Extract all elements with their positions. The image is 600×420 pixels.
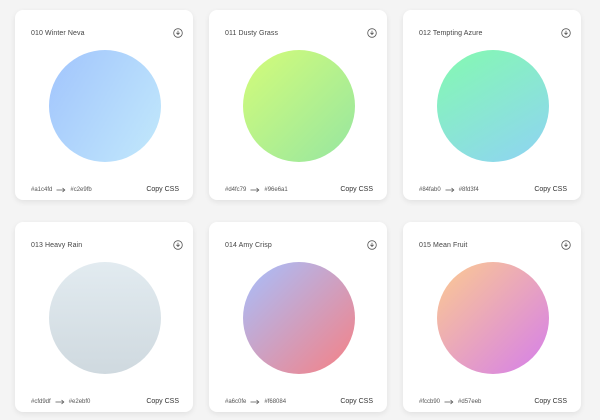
gradient-swatch <box>243 50 355 162</box>
download-icon[interactable] <box>173 28 183 38</box>
from-color-code: #a1c4fd <box>31 187 53 193</box>
from-color-code: #d4fc79 <box>225 187 247 193</box>
download-icon[interactable] <box>367 240 377 250</box>
gradient-title: 014 Amy Crisp <box>225 242 272 249</box>
from-color-code: #84fab0 <box>419 187 441 193</box>
copy-css-button[interactable]: Copy CSS <box>340 186 373 193</box>
color-codes: #a1c4fd #c2e9fb <box>31 187 92 193</box>
copy-css-button[interactable]: Copy CSS <box>534 398 567 405</box>
gradient-card: 012 Tempting Azure #84fab0 #8fd3f4 Copy … <box>403 10 581 200</box>
gradient-title: 012 Tempting Azure <box>419 30 483 37</box>
from-color-code: #a6c0fe <box>225 399 247 405</box>
gradient-title: 010 Winter Neva <box>31 30 85 37</box>
download-icon[interactable] <box>561 28 571 38</box>
copy-css-button[interactable]: Copy CSS <box>534 186 567 193</box>
to-color-code: #c2e9fb <box>70 187 92 193</box>
right-arrow-icon <box>250 187 260 193</box>
gradient-card: 011 Dusty Grass #d4fc79 #96e6a1 Copy CSS <box>209 10 387 200</box>
gradient-card: 010 Winter Neva #a1c4fd #c2e9fb Copy CSS <box>15 10 193 200</box>
copy-css-button[interactable]: Copy CSS <box>340 398 373 405</box>
right-arrow-icon <box>445 187 455 193</box>
gradient-swatch <box>49 50 161 162</box>
gradient-swatch <box>49 262 161 374</box>
gradient-title: 013 Heavy Rain <box>31 242 83 249</box>
to-color-code: #8fd3f4 <box>458 187 479 193</box>
gradient-swatch <box>437 262 549 374</box>
to-color-code: #f68084 <box>264 399 287 405</box>
copy-css-button[interactable]: Copy CSS <box>146 186 179 193</box>
to-color-code: #d57eeb <box>458 399 482 405</box>
color-codes: #fccb90 #d57eeb <box>419 399 481 405</box>
right-arrow-icon <box>55 399 65 405</box>
to-color-code: #e2ebf0 <box>68 399 91 405</box>
color-codes: #a6c0fe #f68084 <box>225 399 286 405</box>
download-icon[interactable] <box>561 240 571 250</box>
gradient-card: 013 Heavy Rain #cfd9df #e2ebf0 Copy CSS <box>15 222 193 412</box>
gradient-title: 011 Dusty Grass <box>225 30 279 37</box>
download-icon[interactable] <box>173 240 183 250</box>
from-color-code: #fccb90 <box>419 399 441 405</box>
gradient-card: 015 Mean Fruit #fccb90 #d57eeb Copy CSS <box>403 222 581 412</box>
gradient-swatch <box>437 50 549 162</box>
right-arrow-icon <box>250 399 260 405</box>
to-color-code: #96e6a1 <box>264 187 288 193</box>
color-codes: #d4fc79 #96e6a1 <box>225 187 288 193</box>
right-arrow-icon <box>56 187 66 193</box>
from-color-code: #cfd9df <box>31 399 51 405</box>
right-arrow-icon <box>444 399 454 405</box>
gradient-card: 014 Amy Crisp #a6c0fe #f68084 Copy CSS <box>209 222 387 412</box>
gradient-swatch <box>243 262 355 374</box>
color-codes: #cfd9df #e2ebf0 <box>31 399 90 405</box>
download-icon[interactable] <box>367 28 377 38</box>
copy-css-button[interactable]: Copy CSS <box>146 398 179 405</box>
gradient-title: 015 Mean Fruit <box>419 242 468 249</box>
color-codes: #84fab0 #8fd3f4 <box>419 187 479 193</box>
